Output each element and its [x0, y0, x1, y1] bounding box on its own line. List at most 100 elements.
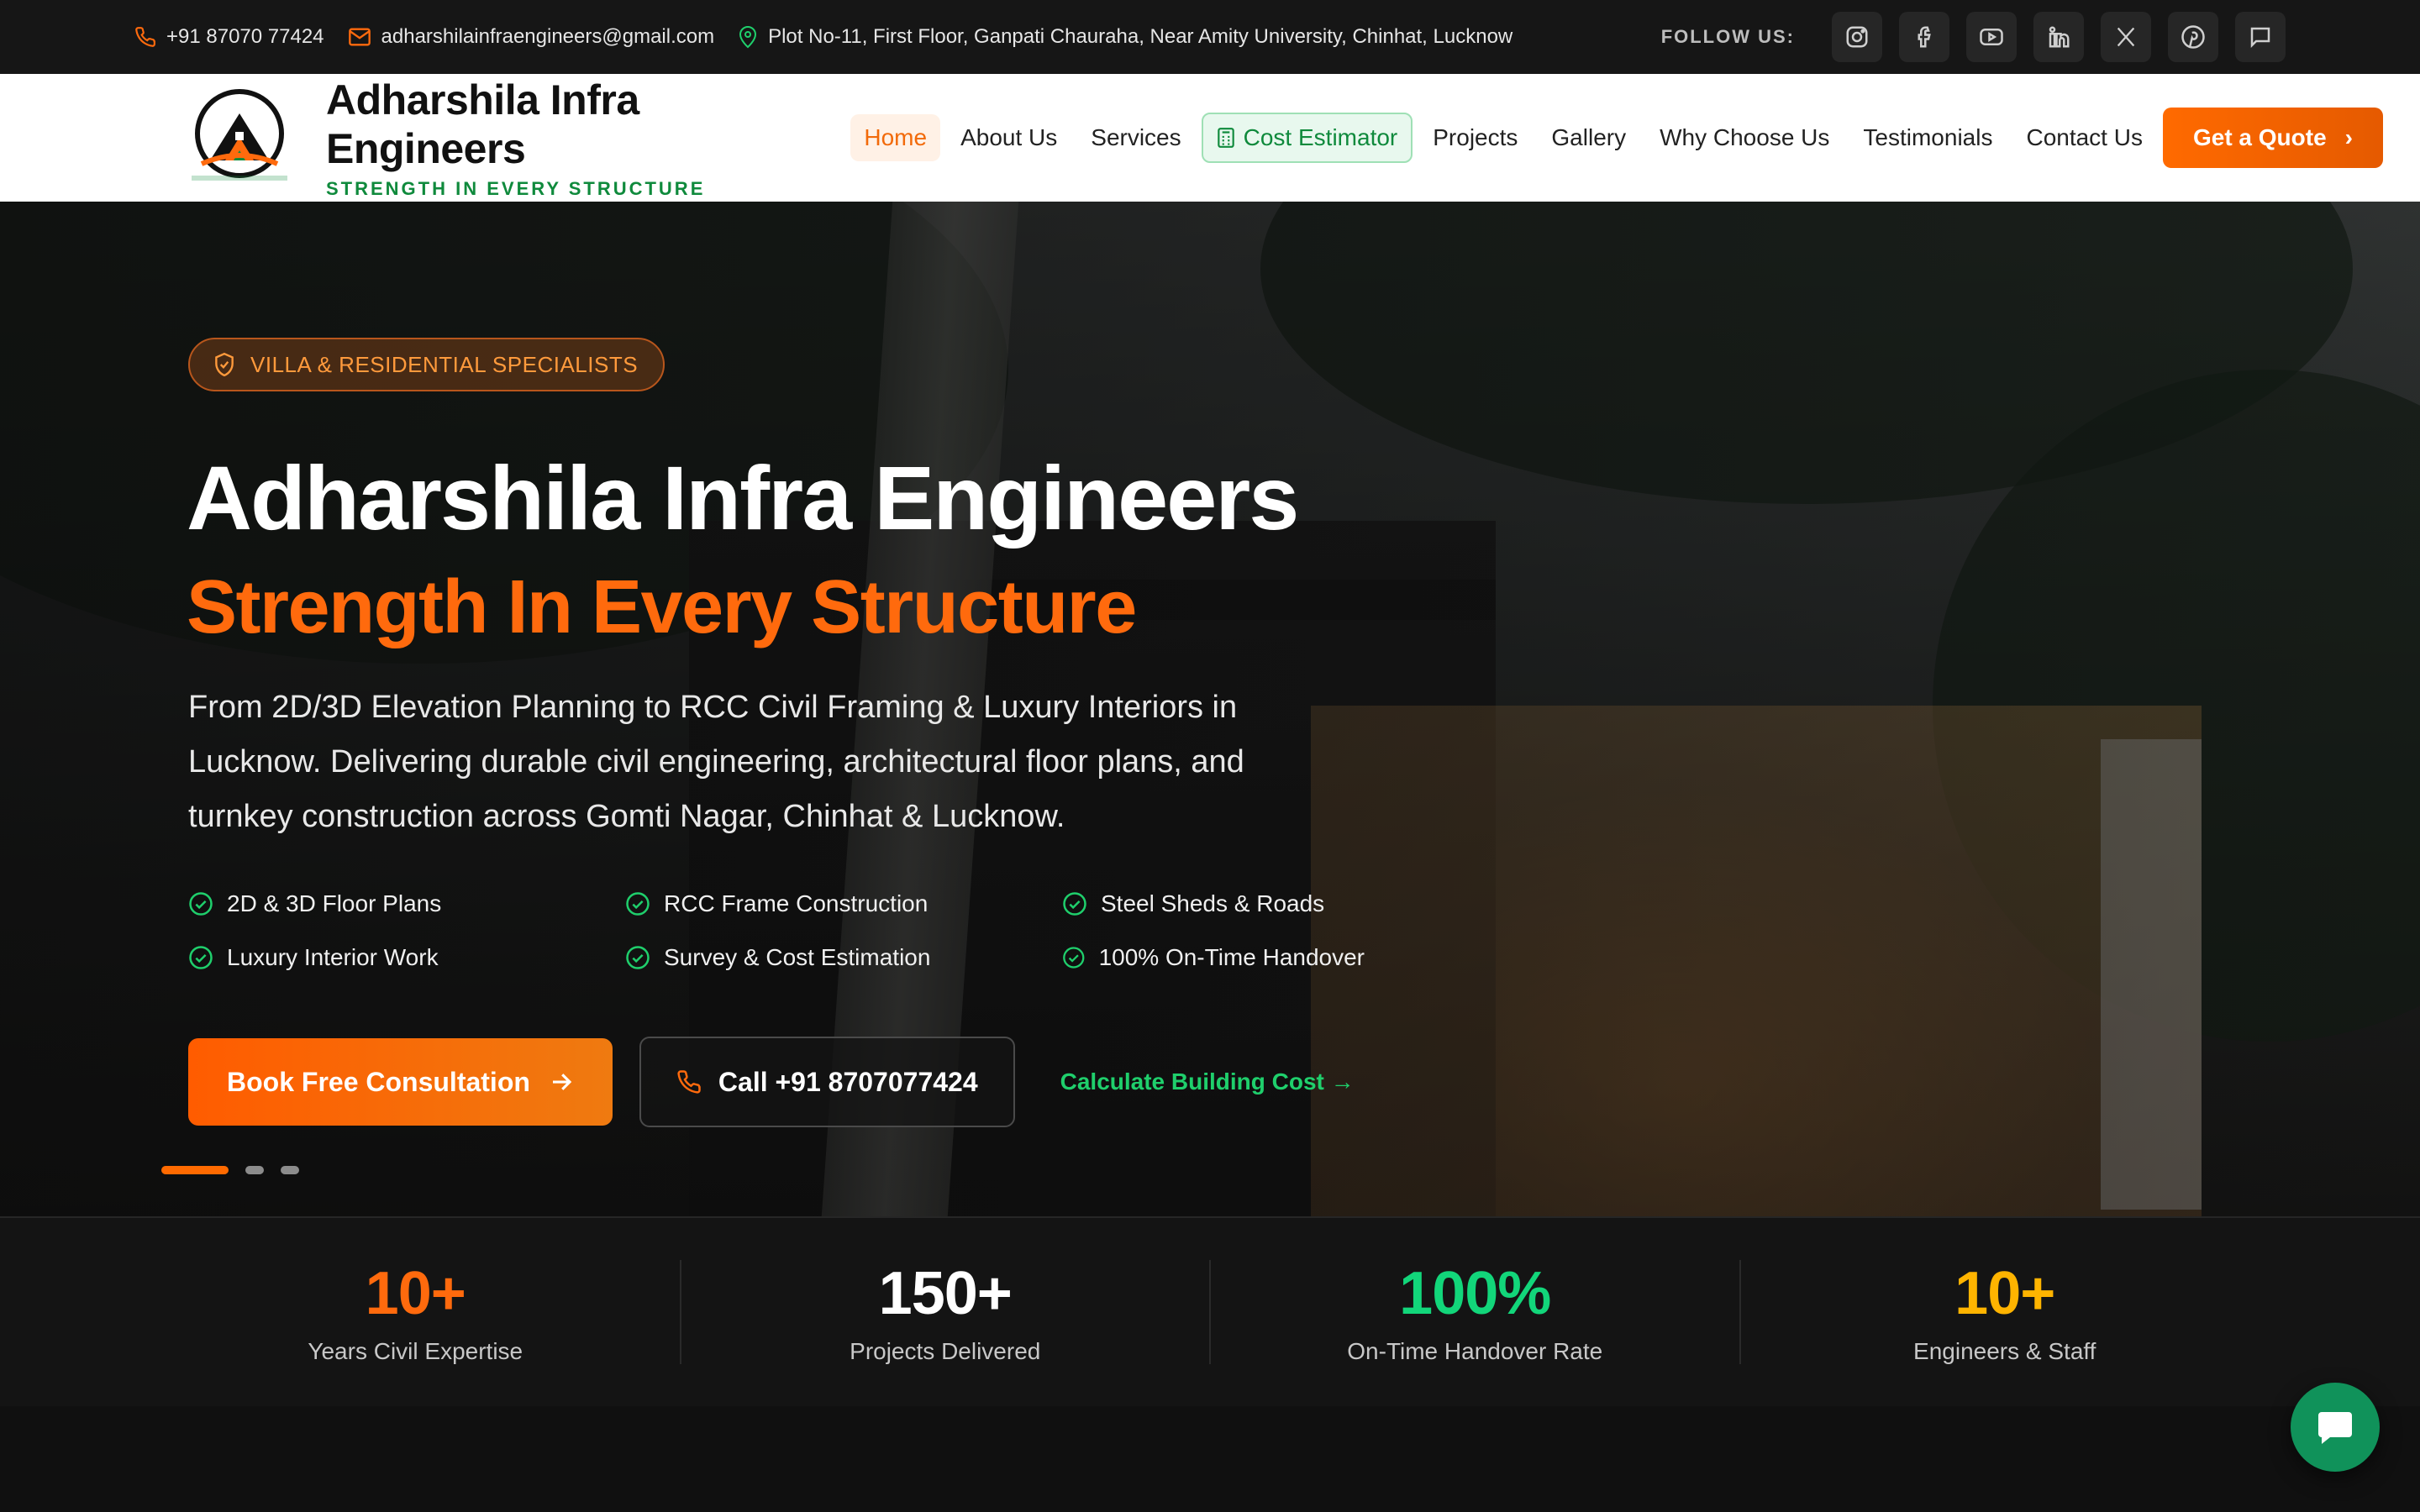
address-contact: Plot No-11, First Floor, Ganpati Chaurah… — [738, 25, 1512, 49]
slide-dot-3[interactable] — [281, 1166, 299, 1174]
check-circle-icon — [626, 946, 650, 969]
feature-label: 100% On-Time Handover — [1098, 944, 1365, 970]
hero-description: From 2D/3D Elevation Planning to RCC Civ… — [188, 690, 1244, 834]
nav-services[interactable]: Services — [1077, 114, 1194, 161]
feature-label: Survey & Cost Estimation — [664, 944, 931, 970]
nav-home[interactable]: Home — [850, 114, 941, 161]
phone-contact[interactable]: +91 87070 77424 — [134, 25, 324, 49]
stat-label: On-Time Handover Rate — [1347, 1338, 1603, 1364]
stat-item: 10+ Years Civil Expertise — [151, 1260, 681, 1364]
feature-item: Survey & Cost Estimation — [625, 944, 1062, 971]
stat-label: Years Civil Expertise — [308, 1338, 523, 1364]
slide-indicators — [161, 1166, 316, 1174]
call-button[interactable]: Call +91 8707077424 — [639, 1037, 1015, 1127]
youtube-link[interactable] — [1966, 12, 2017, 62]
slide-dot-2[interactable] — [245, 1166, 264, 1174]
nav-testimonials[interactable]: Testimonials — [1849, 114, 2006, 161]
phone-icon — [677, 1070, 701, 1094]
feature-item: 2D & 3D Floor Plans — [188, 890, 625, 917]
facebook-link[interactable] — [1899, 12, 1949, 62]
stat-value: 10+ — [365, 1260, 466, 1327]
company-logo[interactable] — [185, 88, 294, 187]
social-links: FOLLOW US: — [1661, 12, 2286, 62]
hero-badge-text: VILLA & RESIDENTIAL SPECIALISTS — [250, 351, 639, 377]
phone-icon — [135, 27, 155, 47]
nav-why-choose-us[interactable]: Why Choose Us — [1646, 114, 1843, 161]
address-text: Plot No-11, First Floor, Ganpati Chaurah… — [768, 25, 1513, 48]
nav-cost-estimator[interactable]: Cost Estimator — [1201, 113, 1413, 163]
x-icon — [2117, 27, 2135, 47]
logo-emblem — [192, 89, 287, 181]
book-consultation-button[interactable]: Book Free Consultation — [188, 1038, 613, 1126]
call-button-label: Call +91 8707077424 — [718, 1066, 978, 1097]
youtube-icon — [1980, 29, 2003, 45]
stat-value: 100% — [1399, 1260, 1551, 1327]
nav-about-us[interactable]: About Us — [947, 114, 1071, 161]
feature-list: 2D & 3D Floor Plans RCC Frame Constructi… — [188, 890, 1365, 971]
facebook-icon — [1918, 26, 1931, 48]
main-navbar: Adharshila Infra Engineers STRENGTH IN E… — [0, 74, 2420, 202]
mail-icon — [348, 28, 371, 46]
stat-item: 10+ Engineers & Staff — [1741, 1260, 2270, 1364]
stat-label: Engineers & Staff — [1913, 1338, 2096, 1364]
calculate-cost-link[interactable]: Calculate Building Cost → — [1060, 1068, 1355, 1095]
next-section-preview — [0, 1406, 2420, 1512]
slide-dot-1[interactable] — [161, 1166, 229, 1174]
instagram-icon — [1846, 26, 1868, 48]
nav-menu: Home About Us Services Cost Estimator Pr… — [850, 113, 2163, 163]
pinterest-link[interactable] — [2168, 12, 2218, 62]
book-consultation-label: Book Free Consultation — [227, 1066, 530, 1097]
instagram-link[interactable] — [1832, 12, 1882, 62]
message-icon — [2250, 27, 2270, 49]
chat-bubble-icon — [2318, 1412, 2352, 1444]
x-link[interactable] — [2101, 12, 2151, 62]
phone-text: +91 87070 77424 — [166, 25, 324, 48]
check-circle-icon — [1063, 947, 1085, 969]
linkedin-icon — [2049, 26, 2070, 48]
feature-item: Luxury Interior Work — [188, 944, 625, 971]
hero-title: Adharshila Infra Engineers — [187, 447, 1299, 549]
feature-label: 2D & 3D Floor Plans — [227, 890, 442, 916]
feature-label: Steel Sheds & Roads — [1101, 890, 1325, 916]
nav-contact-us[interactable]: Contact Us — [2012, 114, 2156, 161]
stats-bar: 10+ Years Civil Expertise 150+ Projects … — [0, 1216, 2420, 1406]
check-circle-icon — [189, 946, 213, 969]
linkedin-link[interactable] — [2033, 12, 2084, 62]
feature-item: RCC Frame Construction — [625, 890, 1062, 917]
calculator-icon — [1217, 128, 1234, 148]
location-pin-icon — [739, 26, 757, 49]
stat-label: Projects Delivered — [850, 1338, 1041, 1364]
feature-item: Steel Sheds & Roads — [1062, 890, 1365, 917]
feature-label: RCC Frame Construction — [664, 890, 929, 916]
stat-value: 150+ — [878, 1260, 1013, 1327]
pinterest-icon — [2181, 25, 2205, 49]
email-text: adharshilainfraengineers@gmail.com — [381, 25, 715, 48]
top-bar: +91 87070 77424 adharshilainfraengineers… — [0, 0, 2420, 74]
hero-subtitle: Strength In Every Structure — [187, 565, 1137, 649]
brand-name: Adharshila Infra Engineers — [326, 76, 639, 172]
nav-gallery[interactable]: Gallery — [1538, 114, 1639, 161]
check-circle-icon — [1063, 892, 1086, 916]
get-quote-label: Get a Quote — [2192, 124, 2327, 150]
arrow-right-icon — [552, 1074, 572, 1090]
message-link[interactable] — [2235, 12, 2286, 62]
hero-cta-row: Book Free Consultation Call +91 87070774… — [188, 1037, 1355, 1127]
get-quote-button[interactable]: Get a Quote › — [2162, 108, 2383, 168]
chat-button[interactable] — [2291, 1383, 2380, 1472]
stat-value: 10+ — [1954, 1260, 2055, 1327]
feature-item: 100% On-Time Handover — [1062, 944, 1365, 971]
brand-tagline: STRENGTH IN EVERY STRUCTURE — [326, 178, 706, 199]
check-circle-icon — [189, 892, 213, 916]
nav-projects[interactable]: Projects — [1419, 114, 1531, 161]
chevron-right-icon: › — [2344, 124, 2353, 150]
shield-icon — [215, 352, 234, 377]
stat-item: 150+ Projects Delivered — [681, 1260, 1211, 1364]
feature-label: Luxury Interior Work — [227, 944, 439, 970]
email-contact[interactable]: adharshilainfraengineers@gmail.com — [348, 25, 715, 49]
check-circle-icon — [626, 892, 650, 916]
hero-section: VILLA & RESIDENTIAL SPECIALISTS Adharshi… — [0, 202, 2420, 1216]
follow-label: FOLLOW US: — [1660, 26, 1795, 47]
stat-item: 100% On-Time Handover Rate — [1211, 1260, 1741, 1364]
nav-cost-estimator-label: Cost Estimator — [1243, 124, 1398, 150]
brand-block[interactable]: Adharshila Infra Engineers STRENGTH IN E… — [326, 76, 835, 200]
